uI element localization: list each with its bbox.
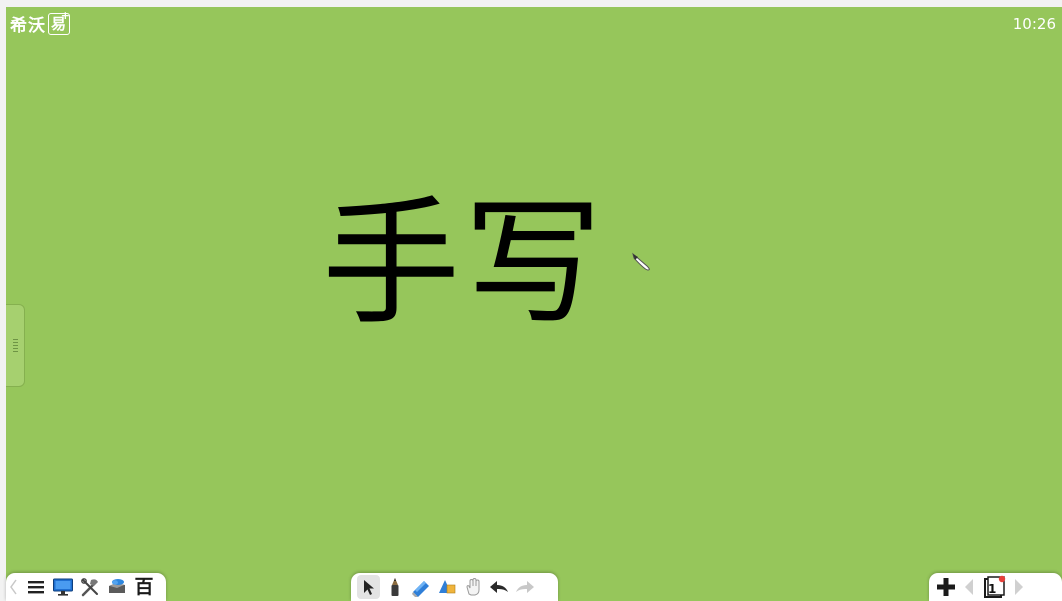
logo-box-superscript: + <box>60 8 71 22</box>
logo-text: 希沃 <box>10 16 46 36</box>
app-logo: 希沃 易 + <box>10 9 70 36</box>
tools-icon <box>81 578 98 597</box>
grip-icon <box>12 339 18 352</box>
baike-button[interactable]: 百 <box>133 575 155 599</box>
tools-button[interactable] <box>79 575 101 599</box>
cloud-courseware-icon <box>109 579 125 593</box>
eraser-icon <box>411 581 429 597</box>
page-indicator[interactable]: 1 <box>981 575 1007 599</box>
page-number: 1 <box>988 582 997 596</box>
menu-button[interactable] <box>25 575 47 599</box>
pen-icon <box>391 578 398 596</box>
cloud-courseware-button[interactable] <box>106 575 128 599</box>
right-toolbar: 1 <box>929 573 1062 601</box>
prev-page-button[interactable] <box>963 575 975 599</box>
collapse-left-button[interactable] <box>8 575 20 599</box>
select-tool-button[interactable] <box>357 575 380 599</box>
baike-icon: 百 <box>134 575 154 598</box>
pen-tool-button[interactable] <box>383 575 406 599</box>
side-drawer-handle[interactable] <box>6 304 25 387</box>
shape-tool-button[interactable] <box>435 575 458 599</box>
left-toolbar: 百 <box>6 573 166 601</box>
monitor-icon <box>53 578 73 596</box>
clock: 10:26 <box>1012 15 1056 33</box>
undo-button[interactable] <box>487 575 510 599</box>
pen-cursor-icon <box>632 252 650 271</box>
roam-hand-icon <box>465 577 479 596</box>
redo-icon <box>515 581 534 593</box>
menu-icon <box>28 581 44 594</box>
handwriting-text: 手写 <box>322 183 607 344</box>
next-page-button[interactable] <box>1013 575 1025 599</box>
eraser-tool-button[interactable] <box>409 575 432 599</box>
collapse-left-icon <box>10 579 17 595</box>
select-cursor-icon <box>363 580 374 595</box>
prev-page-icon <box>965 579 973 595</box>
next-page-icon <box>1015 579 1023 595</box>
roam-tool-button[interactable] <box>461 575 484 599</box>
add-page-icon <box>937 578 955 596</box>
logo-box: 易 + <box>48 9 70 35</box>
add-page-button[interactable] <box>935 575 957 599</box>
desktop-button[interactable] <box>52 575 74 599</box>
center-toolbar <box>351 573 558 601</box>
shape-icon <box>438 580 455 594</box>
undo-icon <box>489 581 508 593</box>
redo-button[interactable] <box>513 575 536 599</box>
